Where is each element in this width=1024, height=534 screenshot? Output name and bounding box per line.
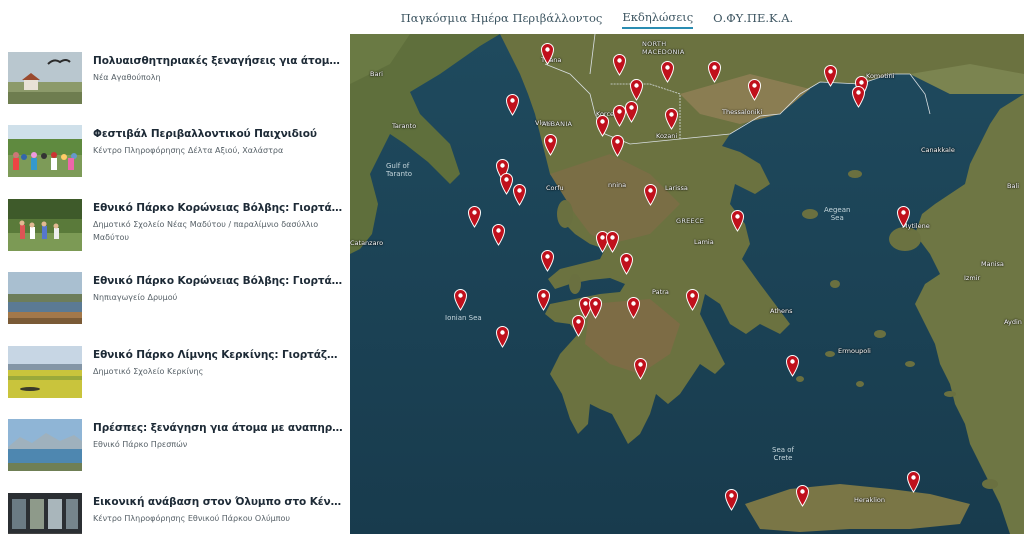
event-title: Εθνικό Πάρκο Κορώνειας Βόλβης: Γιορτάζου… xyxy=(93,275,343,287)
map-pin-icon[interactable] xyxy=(613,53,627,76)
map-pin-icon[interactable] xyxy=(906,470,920,493)
event-thumbnail xyxy=(8,419,82,471)
event-location: Νηπιαγωγείο Δρυμού xyxy=(93,293,178,302)
bird-landscape-photo xyxy=(8,52,82,104)
map-pin-icon[interactable] xyxy=(543,133,557,156)
event-title: Πολυαισθητηριακές ξεναγήσεις για άτομα μ… xyxy=(93,55,343,67)
event-title: Πρέσπες: ξενάγηση για άτομα με αναπηρία … xyxy=(93,422,343,434)
satellite-basemap xyxy=(350,34,1024,534)
map-pin-icon[interactable] xyxy=(512,184,526,207)
map-pin-icon[interactable] xyxy=(725,488,739,511)
event-thumbnail xyxy=(8,493,82,534)
event-thumbnail xyxy=(8,272,82,324)
map-pin-icon[interactable] xyxy=(595,115,609,138)
event-item[interactable]: Εθνικό Πάρκο Κορώνειας Βόλβης: Γιορτάζου… xyxy=(8,199,344,257)
nav-world-environment-day[interactable]: Παγκόσμια Ημέρα Περιβάλλοντος xyxy=(401,7,603,28)
map-pin-icon[interactable] xyxy=(537,289,551,312)
map-pin-icon[interactable] xyxy=(661,61,675,83)
event-title: Εικονική ανάβαση στον Όλυμπο στο Κέντρο … xyxy=(93,496,343,508)
event-item[interactable]: Φεστιβάλ Περιβαλλοντικού Παιχνιδιού Κέντ… xyxy=(8,125,344,183)
map-pin-icon[interactable] xyxy=(633,358,647,381)
map-pin-icon[interactable] xyxy=(611,135,625,157)
map-pin-icon[interactable] xyxy=(630,79,644,102)
event-location: Κέντρο Πληροφόρησης Δέλτα Αξιού, Χαλάστρ… xyxy=(93,146,284,155)
event-item[interactable]: Εθνικό Πάρκο Λίμνης Κερκίνης: Γιορτάζουμ… xyxy=(8,346,344,404)
lake-kerkini-photo xyxy=(8,346,82,398)
map-pin-icon[interactable] xyxy=(823,64,837,87)
map-pin-icon[interactable] xyxy=(492,224,506,247)
festival-crowd-photo xyxy=(8,125,82,177)
event-list: Πολυαισθητηριακές ξεναγήσεις για άτομα μ… xyxy=(0,34,348,534)
map-pin-icon[interactable] xyxy=(454,289,468,312)
map-pin-icon[interactable] xyxy=(588,296,602,319)
event-location: Κέντρο Πληροφόρησης Εθνικού Πάρκου Ολύμπ… xyxy=(93,514,291,523)
event-title: Εθνικό Πάρκο Κορώνειας Βόλβης: Γιορτάζου… xyxy=(93,202,343,214)
event-item[interactable]: Εικονική ανάβαση στον Όλυμπο στο Κέντρο … xyxy=(8,493,344,534)
map-pin-icon[interactable] xyxy=(664,108,678,131)
map-pin-icon[interactable] xyxy=(606,231,620,254)
event-location: Νέα Αγαθούπολη xyxy=(93,73,161,82)
map-pin-icon[interactable] xyxy=(540,249,554,272)
children-park-photo xyxy=(8,199,82,251)
map-pin-icon[interactable] xyxy=(796,485,810,507)
event-title: Εθνικό Πάρκο Λίμνης Κερκίνης: Γιορτάζουμ… xyxy=(93,349,343,361)
map-pin-icon[interactable] xyxy=(707,61,721,83)
event-item[interactable]: Πολυαισθητηριακές ξεναγήσεις για άτομα μ… xyxy=(8,52,344,110)
event-thumbnail xyxy=(8,125,82,177)
olympus-exhibition-photo xyxy=(8,493,82,534)
map-pin-icon[interactable] xyxy=(571,314,585,337)
map-pin-icon[interactable] xyxy=(685,289,699,312)
map-pin-icon[interactable] xyxy=(644,184,658,207)
map-pin-icon[interactable] xyxy=(747,79,761,102)
event-title: Φεστιβάλ Περιβαλλοντικού Παιχνιδιού xyxy=(93,128,317,140)
map-pin-icon[interactable] xyxy=(613,104,627,127)
prespes-lake-photo xyxy=(8,419,82,471)
map-pin-icon[interactable] xyxy=(620,253,633,276)
map-pin-icon[interactable] xyxy=(624,100,638,123)
event-location: Εθνικό Πάρκο Πρεσπών xyxy=(93,440,188,449)
map-pin-icon[interactable] xyxy=(626,296,640,319)
event-thumbnail xyxy=(8,346,82,398)
map-pin-icon[interactable] xyxy=(467,206,481,228)
map-pin-icon[interactable] xyxy=(505,93,519,116)
map-pin-icon[interactable] xyxy=(495,325,509,348)
map-pin-icon[interactable] xyxy=(785,354,799,377)
lake-wetland-photo xyxy=(8,272,82,324)
event-thumbnail xyxy=(8,52,82,104)
nav-ofypeka[interactable]: Ο.ΦΥ.ΠΕ.Κ.Α. xyxy=(713,7,793,28)
event-item[interactable]: Πρέσπες: ξενάγηση για άτομα με αναπηρία … xyxy=(8,419,344,477)
top-navigation: Παγκόσμια Ημέρα Περιβάλλοντος Εκδηλώσεις… xyxy=(0,0,1024,34)
event-location: Δημοτικό Σχολείο Κερκίνης xyxy=(93,367,204,376)
map-pin-icon[interactable] xyxy=(500,173,514,196)
nav-events[interactable]: Εκδηλώσεις xyxy=(622,6,694,29)
map-pin-icon[interactable] xyxy=(896,206,910,228)
map-pin-icon[interactable] xyxy=(730,209,744,232)
map-pin-icon[interactable] xyxy=(851,86,865,109)
map-pin-icon[interactable] xyxy=(540,42,554,65)
events-map[interactable]: Bari Taranto Gulf of Taranto Catanzaro T… xyxy=(350,34,1024,534)
event-thumbnail xyxy=(8,199,82,251)
event-location: Δημοτικό Σχολείο Νέας Μαδύτου / παραλίμν… xyxy=(93,220,319,242)
event-item[interactable]: Εθνικό Πάρκο Κορώνειας Βόλβης: Γιορτάζου… xyxy=(8,272,344,330)
